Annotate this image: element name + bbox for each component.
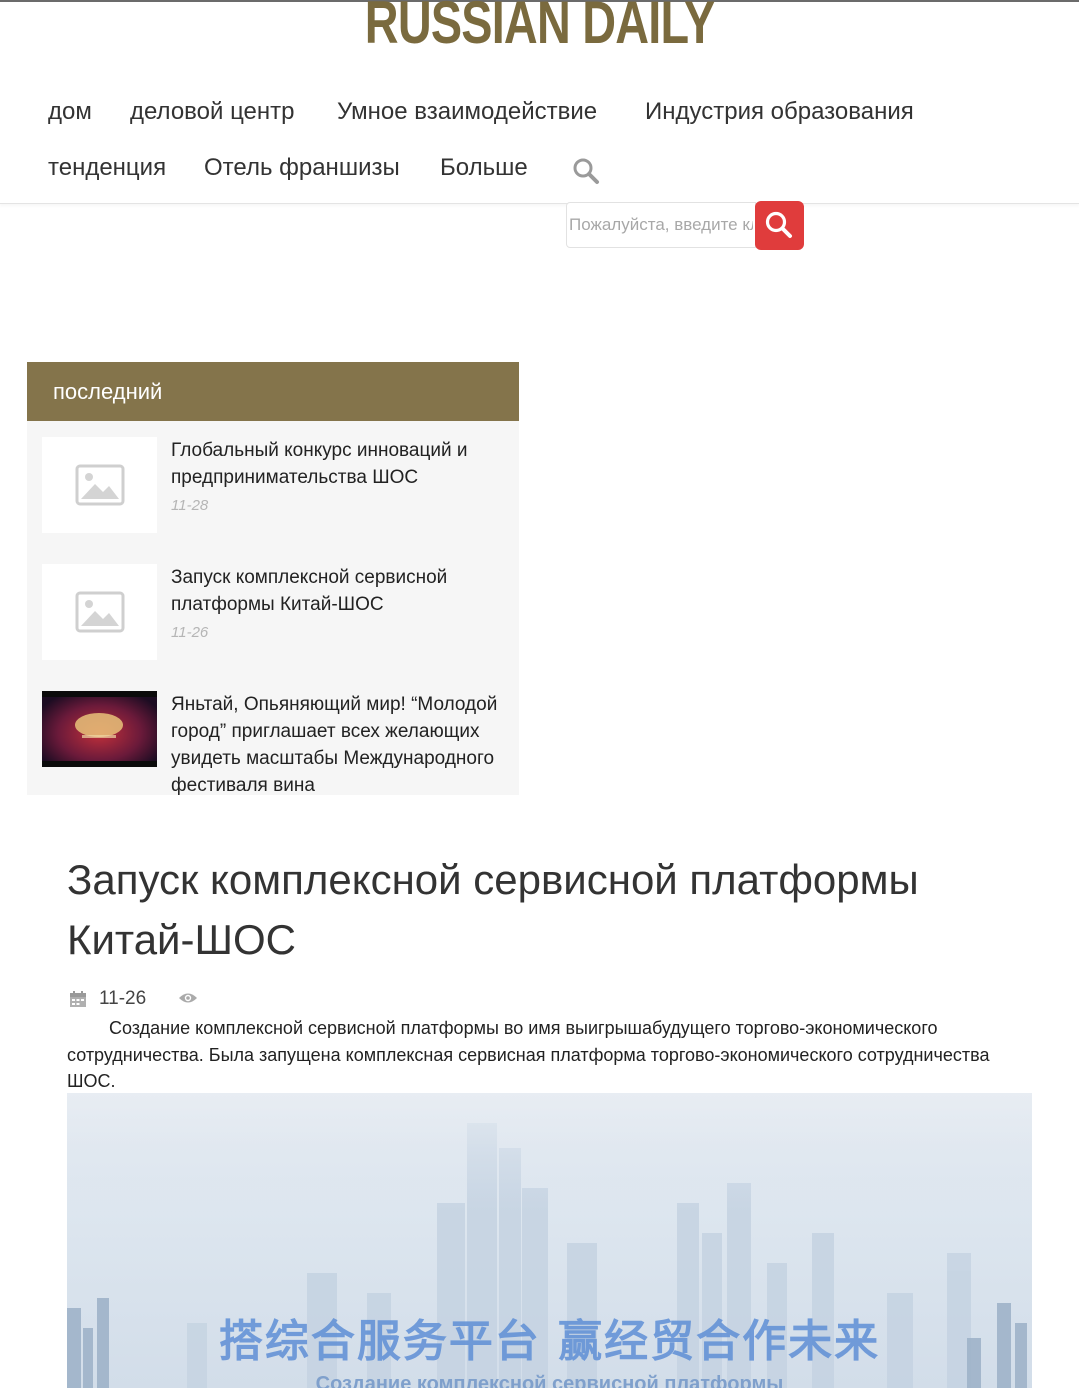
article-hero-image: 搭综合服务平台 赢经贸合作未来 Создание комплексной сер…: [67, 1093, 1032, 1388]
video-thumbnail[interactable]: [42, 691, 157, 767]
list-item-title[interactable]: Яньтай, Опьяняющий мир! “Молодой город” …: [171, 691, 501, 795]
nav-item-education-industry[interactable]: Индустрия образования: [645, 98, 914, 126]
article-date: 11-26: [99, 988, 147, 1009]
list-item-title[interactable]: Запуск комплексной сервисной платформы К…: [171, 564, 501, 618]
image-placeholder-icon[interactable]: [42, 437, 157, 533]
search-icon[interactable]: [571, 156, 601, 186]
list-item-date: 11-28: [171, 497, 209, 514]
nav-item-more[interactable]: Больше: [440, 154, 528, 182]
search-input[interactable]: [566, 202, 756, 248]
image-placeholder-icon[interactable]: [42, 564, 157, 660]
hero-subcaption: Создание комплексной сервисной платформы: [315, 1373, 784, 1388]
main-nav: дом деловой центр Умное взаимодействие И…: [0, 80, 1079, 204]
nav-item-home[interactable]: дом: [48, 98, 92, 126]
site-logo[interactable]: RUSSIAN DAILY: [119, 0, 961, 56]
nav-item-trend[interactable]: тенденция: [48, 154, 166, 182]
latest-heading: последний: [27, 362, 519, 421]
article-meta: 11-26: [67, 988, 367, 1012]
list-item[interactable]: Яньтай, Опьяняющий мир! “Молодой город” …: [42, 691, 512, 795]
eye-icon: [178, 991, 198, 1010]
calendar-icon: [69, 990, 87, 1013]
hero-caption: 搭综合服务平台 赢经贸合作未来: [218, 1316, 881, 1367]
nav-item-business-center[interactable]: деловой центр: [130, 98, 295, 126]
article-title: Запуск комплексной сервисной платформы К…: [67, 856, 919, 963]
list-item-date: 11-26: [171, 624, 209, 641]
nav-item-franchise-hotel[interactable]: Отель франшизы: [204, 154, 400, 182]
list-item[interactable]: Глобальный конкурс инноваций и предприни…: [42, 437, 512, 537]
search-button[interactable]: [755, 201, 804, 250]
search-icon: [765, 211, 792, 238]
article-body: Создание комплексной сервисной платформы…: [67, 1018, 990, 1091]
nav-item-smart-interaction[interactable]: Умное взаимодействие: [337, 98, 597, 126]
list-item[interactable]: Запуск комплексной сервисной платформы К…: [42, 564, 512, 664]
list-item-title[interactable]: Глобальный конкурс инноваций и предприни…: [171, 437, 501, 491]
latest-panel: последний Глобальный конкурс инноваций и…: [27, 362, 519, 795]
